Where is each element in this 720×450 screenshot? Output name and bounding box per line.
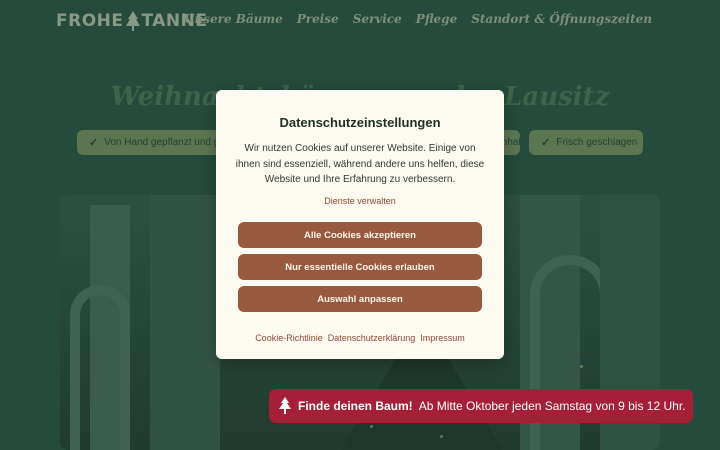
customize-selection-button[interactable]: Auswahl anpassen (238, 286, 482, 312)
essential-only-button[interactable]: Nur essentielle Cookies erlauben (238, 254, 482, 280)
accept-all-button[interactable]: Alle Cookies akzeptieren (238, 222, 482, 248)
cookie-consent-dialog: Datenschutzeinstellungen Wir nutzen Cook… (216, 90, 504, 359)
cookie-policy-link[interactable]: Cookie-Richtlinie (255, 333, 323, 343)
privacy-policy-link[interactable]: Datenschutzerklärung (328, 333, 416, 343)
find-your-tree-banner[interactable]: Finde deinen Baum! Ab Mitte Oktober jede… (269, 389, 693, 423)
banner-headline: Finde deinen Baum! (298, 399, 413, 413)
dialog-title: Datenschutzeinstellungen (279, 115, 441, 130)
dialog-description: Wir nutzen Cookies auf unserer Website. … (235, 143, 485, 185)
banner-text: Ab Mitte Oktober jeden Samstag von 9 bis… (418, 399, 686, 413)
manage-services-link[interactable]: Dienste verwalten (216, 196, 504, 206)
dialog-footer-links: Cookie-Richtlinie Datenschutzerklärung I… (216, 333, 504, 343)
imprint-link[interactable]: Impressum (420, 333, 465, 343)
tree-icon (279, 397, 291, 414)
